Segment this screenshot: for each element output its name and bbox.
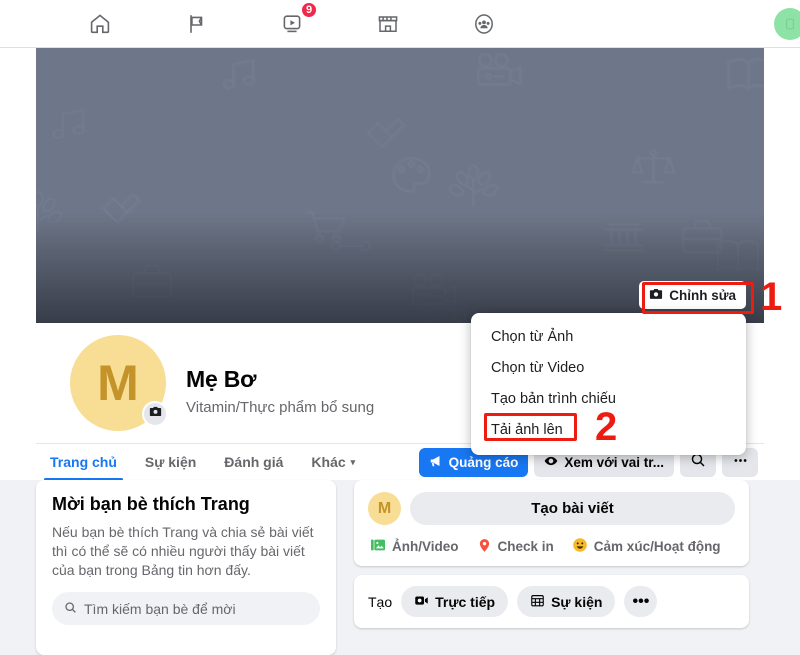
avatar-camera-badge[interactable] — [142, 401, 168, 427]
tab-khac[interactable]: Khác ▾ — [297, 444, 369, 481]
eye-icon — [544, 454, 564, 471]
create-label: Tạo — [368, 593, 393, 610]
invite-card-title: Mời bạn bè thích Trang — [52, 494, 250, 514]
watch-notification-badge: 9 — [300, 0, 319, 19]
left-column: Mời bạn bè thích Trang Nếu bạn bè thích … — [36, 480, 336, 655]
chip-label: Trực tiếp — [435, 593, 496, 610]
tab-label: Sự kiện — [144, 454, 197, 470]
create-more-button[interactable]: ••• — [624, 586, 658, 617]
create-post-label: Tạo bài viết — [531, 500, 614, 517]
menu-item-chon-tu-video[interactable]: Chọn từ Video — [471, 352, 746, 383]
promote-ads-label: Quảng cáo — [448, 455, 519, 470]
composer-action-label: Cảm xúc/Hoạt động — [593, 539, 721, 554]
facebook-page-screen: 9 Chỉnh sửa 1 M Mẹ Bơ Vitamin/Thực phẩm … — [0, 0, 800, 655]
composer-action-label: Ảnh/Video — [392, 539, 459, 554]
search-icon — [64, 601, 84, 617]
annotation-step-1: 1 — [760, 275, 783, 319]
tab-label: Khác — [311, 454, 346, 470]
composer-action-label: Check in — [497, 539, 554, 554]
create-event-button[interactable]: Sự kiện — [517, 586, 616, 617]
menu-item-chon-tu-anh[interactable]: Chọn từ Ảnh — [471, 321, 746, 352]
composer-row: M Tạo bài viết — [368, 492, 735, 525]
page-title: Mẹ Bơ — [186, 366, 257, 392]
composer-avatar: M — [368, 492, 401, 525]
composer-photo-video-button[interactable]: Ảnh/Video — [370, 537, 459, 556]
search-icon — [690, 452, 706, 473]
tab-label: Trang chủ — [50, 454, 117, 470]
location-pin-icon — [477, 538, 498, 556]
menu-item-label: Chọn từ Video — [491, 359, 585, 376]
invite-card-description: Nếu bạn bè thích Trang và chia sẻ bài vi… — [52, 524, 314, 579]
annotation-step-2: 2 — [595, 405, 618, 449]
composer-checkin-button[interactable]: Check in — [477, 538, 554, 556]
create-post-input[interactable]: Tạo bài viết — [410, 492, 735, 525]
tab-trang-chu[interactable]: Trang chủ — [36, 444, 131, 481]
post-composer-card: M Tạo bài viết Ảnh/Video Check in Cảm xú… — [354, 480, 749, 566]
watch-video-icon — [280, 12, 304, 36]
calendar-icon — [530, 593, 551, 611]
account-avatar[interactable] — [774, 8, 800, 40]
marketplace-store-icon — [376, 12, 400, 36]
nav-home-button[interactable] — [52, 2, 148, 46]
nav-watch-button[interactable]: 9 — [244, 0, 340, 46]
flag-icon — [184, 12, 208, 36]
tab-danh-gia[interactable]: Đánh giá — [210, 444, 297, 481]
view-as-label: Xem với vai tr... — [564, 455, 664, 470]
page-category: Vitamin/Thực phẩm bổ sung — [186, 399, 375, 416]
page-avatar-wrapper[interactable]: M — [70, 335, 168, 431]
menu-item-label: Chọn từ Ảnh — [491, 328, 574, 345]
groups-people-icon — [472, 12, 496, 36]
annotation-highlight-1 — [642, 282, 754, 314]
create-live-button[interactable]: Trực tiếp — [401, 586, 509, 617]
invite-friends-search-input[interactable]: Tìm kiếm bạn bè để mời — [52, 592, 320, 626]
photo-video-icon — [370, 537, 392, 556]
annotation-highlight-2 — [484, 413, 577, 441]
live-video-icon — [414, 593, 435, 611]
nav-pages-button[interactable] — [148, 2, 244, 46]
composer-action-row: Ảnh/Video Check in Cảm xúc/Hoạt động — [368, 537, 735, 556]
chevron-down-icon: ▾ — [350, 456, 356, 467]
right-column: M Tạo bài viết Ảnh/Video Check in Cảm xú… — [354, 480, 749, 628]
home-icon — [88, 12, 112, 36]
tab-label: Đánh giá — [224, 454, 284, 470]
top-navigation-bar: 9 — [0, 0, 800, 48]
smiley-icon — [572, 537, 594, 556]
ellipsis-icon: ••• — [632, 592, 650, 610]
nav-marketplace-button[interactable] — [340, 2, 436, 46]
composer-feeling-button[interactable]: Cảm xúc/Hoạt động — [572, 537, 721, 556]
create-shortcut-card: Tạo Trực tiếp Sự kiện ••• — [354, 575, 749, 628]
megaphone-icon — [429, 454, 449, 471]
invite-friends-card: Mời bạn bè thích Trang Nếu bạn bè thích … — [36, 480, 336, 655]
chip-label: Sự kiện — [551, 593, 603, 610]
top-nav-icon-group: 9 — [52, 0, 532, 46]
tab-su-kien[interactable]: Sự kiện — [131, 444, 210, 481]
page-body: Mời bạn bè thích Trang Nếu bạn bè thích … — [0, 480, 800, 655]
nav-groups-button[interactable] — [436, 2, 532, 46]
invite-search-placeholder: Tìm kiếm bạn bè để mời — [84, 600, 236, 617]
camera-icon — [149, 405, 162, 423]
